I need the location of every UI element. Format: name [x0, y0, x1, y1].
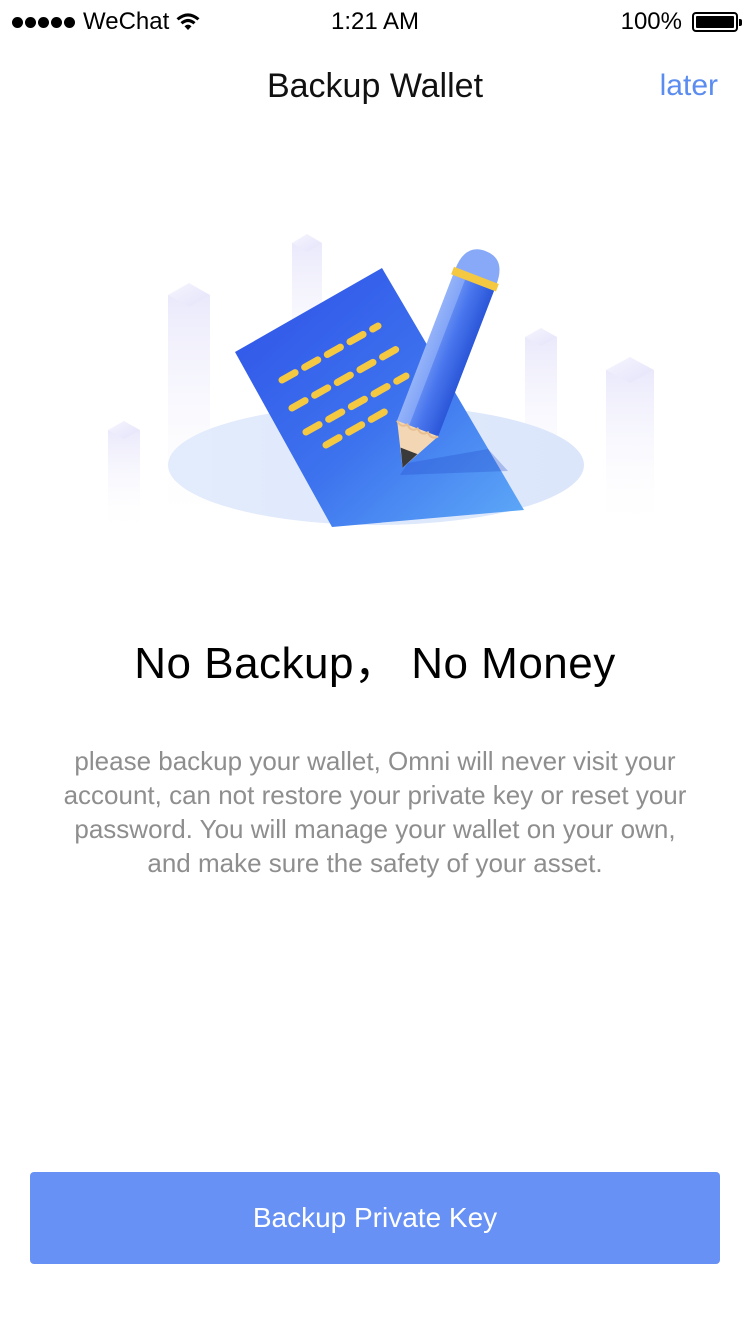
document-pencil-illustration — [108, 234, 654, 535]
status-right: 100% — [620, 8, 742, 36]
headline: No Backup， No Money — [134, 639, 616, 688]
page-title: Backup Wallet — [266, 67, 484, 105]
backup-private-key-button[interactable]: Backup Private Key — [30, 1172, 720, 1264]
battery-percentage: 100% — [620, 8, 682, 35]
later-button[interactable]: later — [660, 66, 718, 106]
status-bar: WeChat 1:21 AM 100% — [0, 0, 750, 44]
battery-icon — [692, 12, 742, 32]
navigation-bar: Backup Wallet later — [0, 44, 750, 132]
description-text: please backup your wallet, Omni will nev… — [63, 746, 687, 878]
